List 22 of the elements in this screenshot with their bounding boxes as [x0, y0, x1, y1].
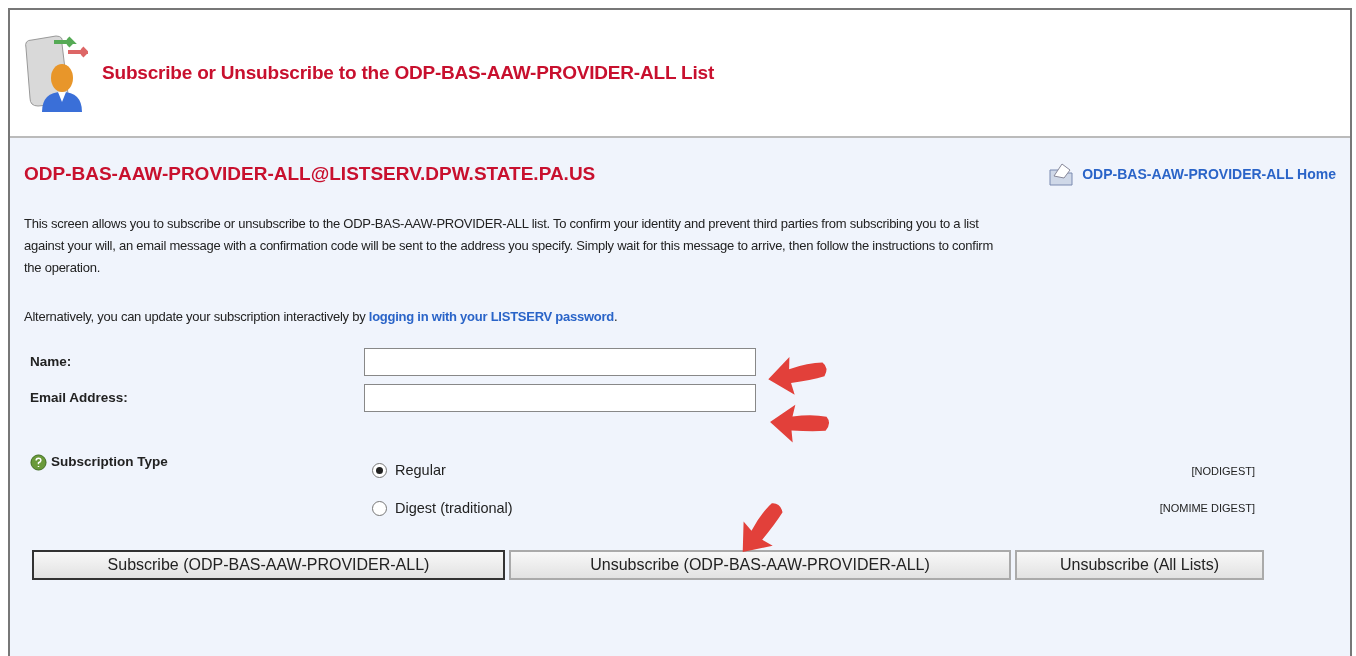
option-label: Regular — [395, 461, 446, 480]
input-field[interactable] — [364, 384, 756, 412]
page-title: Subscribe or Unsubscribe to the ODP-BAS-AAW-PROVIDER-ALL List — [102, 60, 714, 85]
field-label: Name: — [29, 352, 73, 371]
option-tag: [NOMIME DIGEST] — [1135, 500, 1255, 517]
action-button[interactable]: Unsubscribe (ODP-BAS-AAW-PROVIDER-ALL) — [509, 549, 1011, 580]
subscription-type-label: Subscription Type — [51, 453, 168, 471]
list-address-heading: ODP-BAS-AAW-PROVIDER-ALL@LISTSERV.DPW.STATE.PA.US — [24, 162, 596, 186]
action-button[interactable]: Subscribe (ODP-BAS-AAW-PROVIDER-ALL) — [32, 549, 505, 580]
alternative-text: Alternatively, you can update your subscription interactively by logging in with your LISTSERV password. — [24, 307, 619, 326]
list-home-link[interactable]: ODP-BAS-AAW-PROVIDER-ALL Home — [1082, 163, 1336, 185]
action-button[interactable]: Unsubscribe (All Lists) — [1015, 549, 1264, 580]
description-text: This screen allows you to subscribe or unsubscribe to the ODP-BAS-AAW-PROVIDER-ALL list. To confirm your identity and prevent third parties from subscribing you to a list against your will, an email message with a confirmation code will be sent to the address you specify. Simply wait for this message to arrive, then follow the instructions to confirm the operation. — [24, 214, 994, 277]
help-icon[interactable] — [30, 453, 47, 471]
radio-button[interactable] — [372, 463, 387, 479]
folder-icon — [1048, 162, 1075, 187]
option-tag: [NODIGEST] — [1135, 462, 1255, 480]
option-label: Digest (traditional) — [395, 498, 513, 518]
radio-button[interactable] — [372, 501, 387, 517]
field-label: Email Address: — [29, 388, 129, 407]
input-field[interactable] — [364, 348, 756, 376]
subscriber-icon — [22, 32, 88, 114]
